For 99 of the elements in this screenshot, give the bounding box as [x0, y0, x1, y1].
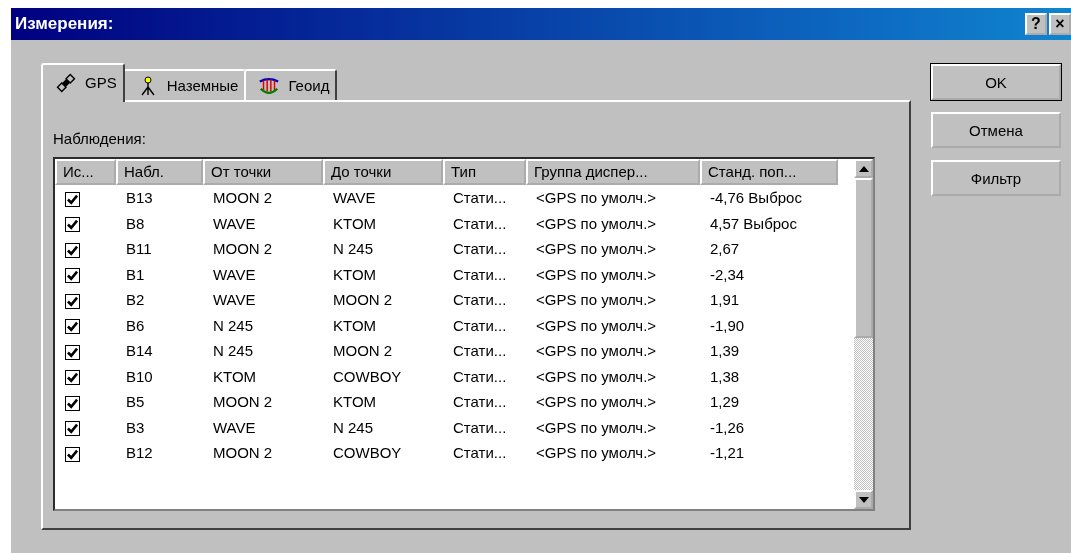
table-cell: Стати...	[453, 265, 507, 283]
table-cell: Стати...	[453, 214, 507, 232]
table-cell: Стати...	[453, 418, 507, 436]
table-cell: B11	[126, 240, 152, 258]
dialog-button[interactable]: OK	[931, 64, 1061, 100]
table-cell: KTOM	[213, 367, 257, 385]
table-cell: WAVE	[213, 265, 256, 283]
table-cell: MOON 2	[213, 240, 273, 258]
checkbox[interactable]	[65, 446, 80, 462]
table-cell: MOON 2	[213, 444, 273, 462]
vertical-scrollbar[interactable]	[854, 159, 873, 509]
table-cell: <GPS по умолч.>	[536, 444, 657, 462]
tab[interactable]: GPS	[41, 63, 125, 102]
table-cell: N 245	[333, 240, 374, 258]
column-header[interactable]: До точки	[323, 159, 443, 185]
table-cell: B13	[126, 189, 153, 207]
geoid-icon	[258, 75, 281, 96]
table-cell: KTOM	[333, 214, 377, 232]
table-cell: B12	[126, 444, 153, 462]
table-cell: <GPS по умолч.>	[536, 265, 657, 283]
close-button[interactable]: ×	[1049, 13, 1071, 35]
checkbox[interactable]	[65, 370, 80, 385]
table-cell: Стати...	[453, 316, 507, 334]
dialog-button[interactable]: Отмена	[931, 112, 1061, 148]
checkbox[interactable]	[65, 319, 80, 334]
table-cell: <GPS по умолч.>	[536, 418, 657, 436]
column-header[interactable]: Набл.	[116, 159, 203, 185]
column-header[interactable]: От точки	[203, 159, 323, 185]
table-cell: B14	[126, 342, 153, 360]
table-cell: -4,76 Выброс	[710, 189, 802, 207]
table-cell: Стати...	[453, 342, 507, 360]
scroll-thumb[interactable]	[854, 178, 873, 338]
table-cell: WAVE	[213, 418, 256, 436]
table-cell: MOON 2	[333, 291, 393, 309]
checkbox[interactable]	[65, 242, 80, 258]
table-cell: KTOM	[333, 393, 377, 411]
table-cell: Стати...	[453, 240, 507, 258]
column-header[interactable]: Тип	[443, 159, 526, 185]
table-cell: -2,34	[710, 265, 745, 283]
table-cell: 1,38	[710, 367, 740, 385]
table-cell: 2,67	[710, 240, 740, 258]
table-cell: <GPS по умолч.>	[536, 189, 657, 207]
column-header[interactable]: Станд. поп...	[700, 159, 838, 185]
table-cell: KTOM	[333, 265, 377, 283]
table-cell: <GPS по умолч.>	[536, 214, 657, 232]
table-cell: <GPS по умолч.>	[536, 393, 657, 411]
table-cell: B6	[126, 316, 145, 334]
table-cell: WAVE	[213, 291, 256, 309]
table-cell: KTOM	[333, 316, 377, 334]
table-cell: -1,21	[710, 444, 745, 462]
down-arrow-icon[interactable]	[858, 496, 869, 503]
up-arrow-icon[interactable]	[858, 165, 869, 172]
table-cell: B8	[126, 214, 145, 232]
table-cell: MOON 2	[333, 342, 393, 360]
dialog-button[interactable]: Фильтр	[931, 160, 1061, 196]
table-cell: Стати...	[453, 444, 507, 462]
table-cell: <GPS по умолч.>	[536, 240, 657, 258]
table-cell: N 245	[213, 342, 254, 360]
table-cell: B10	[126, 367, 153, 385]
table-cell: WAVE	[213, 214, 256, 232]
table-cell: COWBOY	[333, 444, 402, 462]
table-cell: B5	[126, 393, 145, 411]
table-cell: <GPS по умолч.>	[536, 367, 657, 385]
column-header[interactable]: Ис...	[55, 159, 116, 185]
table-cell: Стати...	[453, 367, 507, 385]
checkbox[interactable]	[65, 191, 80, 207]
satellite-icon	[55, 72, 77, 93]
column-header[interactable]: Группа диспер...	[526, 159, 700, 185]
table-cell: MOON 2	[213, 393, 273, 411]
tab[interactable]: Геоид	[244, 69, 338, 100]
table-cell: B3	[126, 418, 145, 436]
table-cell: -1,90	[710, 316, 745, 334]
table-cell: -1,26	[710, 418, 745, 436]
table-cell: <GPS по умолч.>	[536, 291, 657, 309]
table-cell: B2	[126, 291, 145, 309]
table-cell: COWBOY	[333, 367, 402, 385]
table-cell: Стати...	[453, 291, 507, 309]
table-cell: B1	[126, 265, 145, 283]
checkbox[interactable]	[65, 268, 80, 283]
table-cell: N 245	[333, 418, 374, 436]
table-cell: <GPS по умолч.>	[536, 342, 657, 360]
checkbox[interactable]	[65, 421, 80, 436]
table-cell: 4,57 Выброс	[710, 214, 797, 232]
table-cell: 1,39	[710, 342, 740, 360]
window-title: Измерения:	[15, 14, 114, 34]
table-cell: 1,29	[710, 393, 740, 411]
table-cell: <GPS по умолч.>	[536, 316, 657, 334]
checkbox[interactable]	[65, 395, 80, 411]
table-cell: WAVE	[333, 189, 376, 207]
table-cell: MOON 2	[213, 189, 273, 207]
checkbox[interactable]	[65, 217, 80, 232]
help-button[interactable]: ?	[1025, 13, 1047, 35]
checkbox[interactable]	[65, 344, 80, 360]
observations-label: Наблюдения:	[53, 130, 147, 147]
checkbox[interactable]	[65, 293, 80, 309]
table-cell: N 245	[213, 316, 254, 334]
table-cell: 1,91	[710, 291, 740, 309]
table-cell: Стати...	[453, 189, 507, 207]
table-cell: Стати...	[453, 393, 507, 411]
